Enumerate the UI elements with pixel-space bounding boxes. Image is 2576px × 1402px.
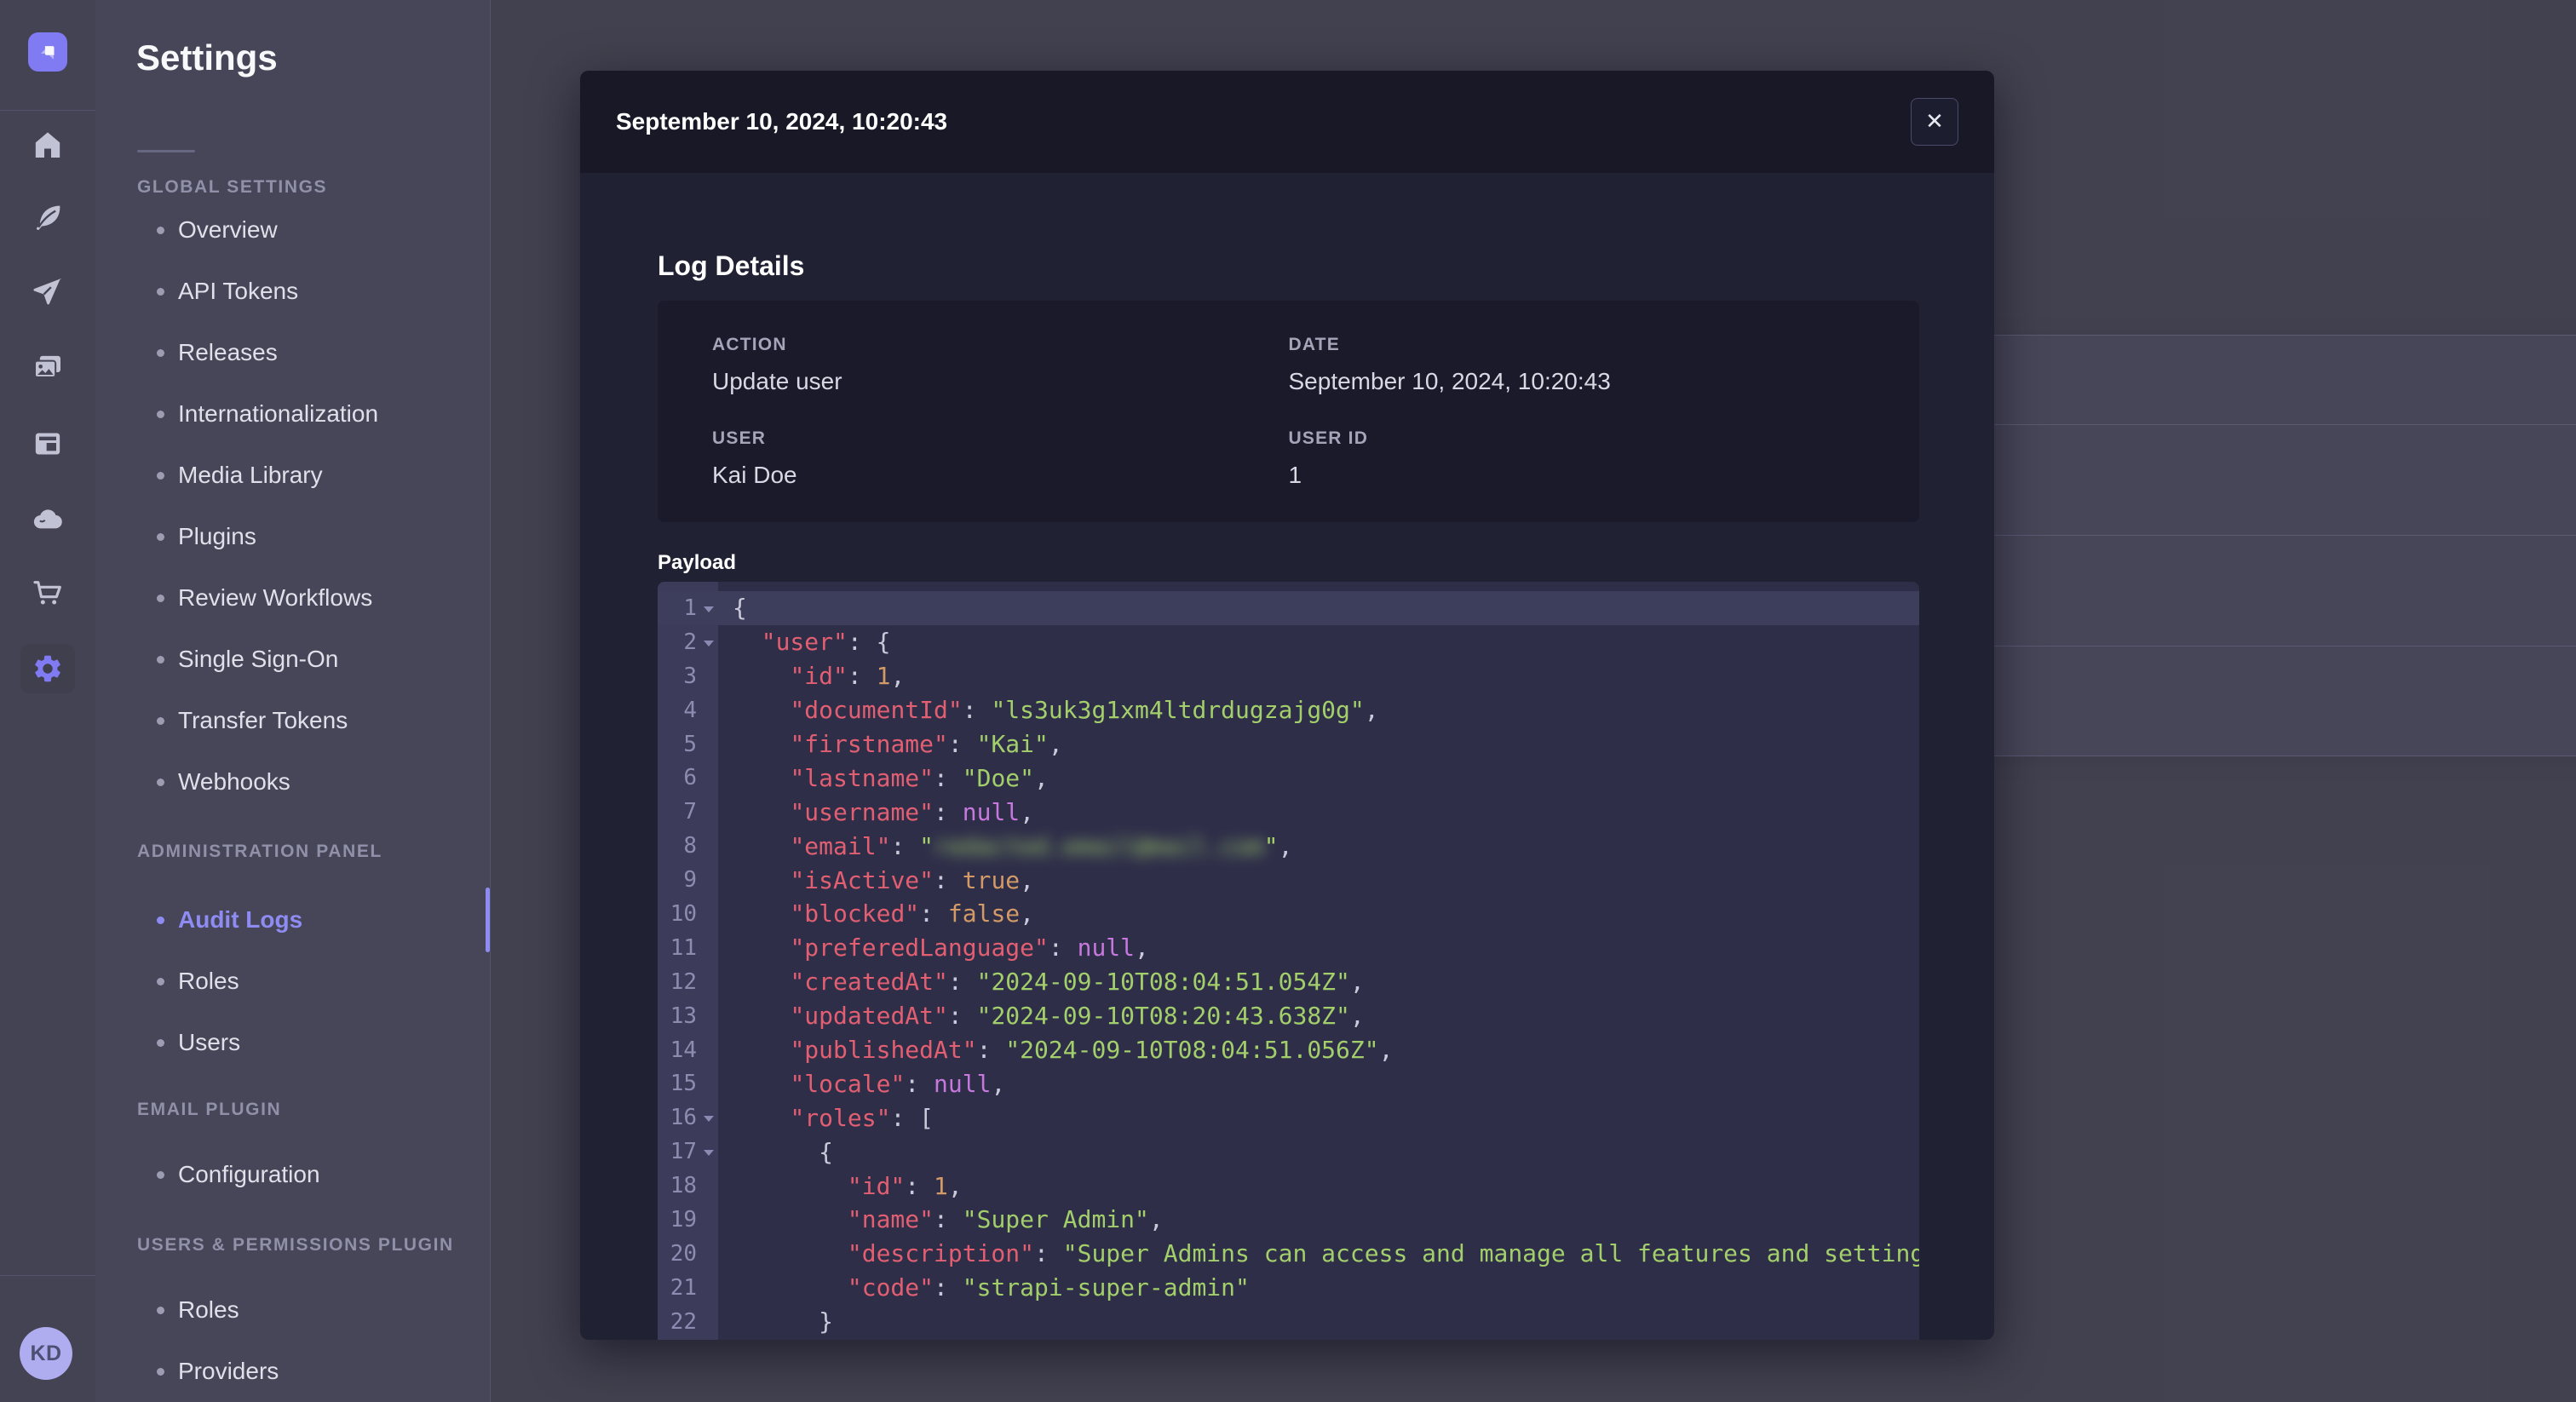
- close-icon: ✕: [1925, 109, 1944, 135]
- line-number: 5: [683, 731, 697, 757]
- payload-label: Payload: [658, 551, 737, 574]
- line-number: 18: [670, 1173, 697, 1199]
- code-line: 3 "id": 1,: [658, 659, 1919, 693]
- line-number: 8: [683, 833, 697, 859]
- code-line: 5 "firstname": "Kai",: [658, 727, 1919, 761]
- log-details-card: ACTION Update user DATE September 10, 20…: [658, 301, 1919, 522]
- close-button[interactable]: ✕: [1911, 98, 1958, 146]
- line-number: 17: [658, 1139, 718, 1164]
- code-text: "createdAt": "2024-09-10T08:04:51.054Z",: [790, 968, 1365, 997]
- fold-caret-icon[interactable]: [704, 640, 714, 646]
- code-text: "lastname": "Doe",: [790, 763, 1049, 792]
- code-line: 8 "email": "redacted.email@mail.com",: [658, 829, 1919, 863]
- code-line: 15 "locale": null,: [658, 1066, 1919, 1100]
- line-number: 7: [683, 799, 697, 825]
- code-text: "documentId": "ls3uk3g1xm4ltdrdugzajg0g"…: [790, 696, 1379, 725]
- code-text: {: [733, 594, 747, 623]
- code-text: "firstname": "Kai",: [790, 730, 1063, 758]
- code-text: "roles": [: [790, 1103, 934, 1132]
- payload-code-editor[interactable]: 1{2 "user": {3 "id": 1, 4 "documentId": "…: [658, 582, 1919, 1340]
- line-number: 14: [670, 1037, 697, 1063]
- log-details-heading: Log Details: [658, 250, 805, 281]
- line-number: 21: [670, 1274, 697, 1301]
- code-text: "isActive": true,: [790, 865, 1035, 894]
- code-line: 10 "blocked": false,: [658, 897, 1919, 931]
- code-line: 9 "isActive": true,: [658, 863, 1919, 897]
- line-number: 1: [658, 595, 718, 621]
- line-number: 12: [670, 968, 697, 995]
- line-number: 22: [670, 1308, 697, 1335]
- code-text: }: [733, 1307, 834, 1336]
- code-line: 19 "name": "Super Admin",: [658, 1203, 1919, 1237]
- code-line: 22 }: [658, 1305, 1919, 1339]
- code-line: 18 "id": 1,: [658, 1169, 1919, 1203]
- code-text: "name": "Super Admin",: [847, 1205, 1164, 1234]
- code-lines: 1{2 "user": {3 "id": 1, 4 "documentId": "…: [658, 582, 1919, 1340]
- code-line: 12 "createdAt": "2024-09-10T08:04:51.054…: [658, 965, 1919, 999]
- line-number: 3: [683, 663, 697, 689]
- code-text: "username": null,: [790, 797, 1035, 826]
- code-text: "publishedAt": "2024-09-10T08:04:51.056Z…: [790, 1036, 1394, 1065]
- code-text: "description": "Super Admins can access …: [847, 1239, 1919, 1268]
- fold-caret-icon[interactable]: [704, 606, 714, 612]
- code-line: 21 "code": "strapi-super-admin": [658, 1271, 1919, 1305]
- line-number: 6: [683, 765, 697, 791]
- code-line: 11 "preferedLanguage": null,: [658, 931, 1919, 965]
- detail-date: DATE September 10, 2024, 10:20:43: [1288, 335, 1611, 394]
- code-line: 2 "user": {: [658, 625, 1919, 659]
- fold-caret-icon[interactable]: [704, 1150, 714, 1157]
- line-number: 16: [658, 1105, 718, 1130]
- line-number: 15: [670, 1071, 697, 1097]
- code-line: 6 "lastname": "Doe",: [658, 761, 1919, 795]
- code-line: 17 {: [658, 1135, 1919, 1169]
- line-number: 9: [683, 867, 697, 893]
- code-line: 7 "username": null,: [658, 795, 1919, 829]
- line-number: 20: [670, 1240, 697, 1267]
- line-number: 13: [670, 1003, 697, 1029]
- detail-user: USER Kai Doe: [712, 428, 797, 488]
- line-number: 10: [670, 900, 697, 927]
- modal-header: September 10, 2024, 10:20:43 ✕: [580, 71, 1994, 173]
- line-number: 11: [670, 934, 697, 961]
- line-number: 2: [658, 629, 718, 655]
- code-text: "id": 1,: [790, 662, 906, 691]
- code-text: "updatedAt": "2024-09-10T08:20:43.638Z",: [790, 1002, 1365, 1031]
- code-text: "user": {: [761, 628, 891, 657]
- code-text: {: [733, 1137, 834, 1166]
- app-root: KD Settings GLOBAL SETTINGS Overview API T…: [0, 0, 2576, 1402]
- line-number: 19: [670, 1206, 697, 1232]
- log-details-modal: September 10, 2024, 10:20:43 ✕ Log Detai…: [580, 71, 1994, 1340]
- code-line: 4 "documentId": "ls3uk3g1xm4ltdrdugzajg0…: [658, 693, 1919, 727]
- fold-caret-icon[interactable]: [704, 1116, 714, 1123]
- code-line: 23 ]: [658, 1339, 1919, 1340]
- code-line: 1{: [658, 591, 1919, 625]
- code-text: "id": 1,: [847, 1171, 963, 1200]
- modal-title: September 10, 2024, 10:20:43: [616, 108, 948, 135]
- code-text: "locale": null,: [790, 1069, 1006, 1098]
- code-line: 13 "updatedAt": "2024-09-10T08:20:43.638…: [658, 999, 1919, 1033]
- code-line: 16 "roles": [: [658, 1100, 1919, 1135]
- code-line: 14 "publishedAt": "2024-09-10T08:04:51.0…: [658, 1033, 1919, 1067]
- code-text: "email": "redacted.email@mail.com",: [790, 831, 1293, 860]
- detail-action: ACTION Update user: [712, 335, 842, 394]
- detail-user-id: USER ID 1: [1288, 428, 1369, 488]
- code-text: "blocked": false,: [790, 899, 1035, 928]
- line-number: 4: [683, 697, 697, 723]
- code-text: "preferedLanguage": null,: [790, 934, 1149, 962]
- code-line: 20 "description": "Super Admins can acce…: [658, 1237, 1919, 1271]
- code-text: "code": "strapi-super-admin": [847, 1273, 1250, 1302]
